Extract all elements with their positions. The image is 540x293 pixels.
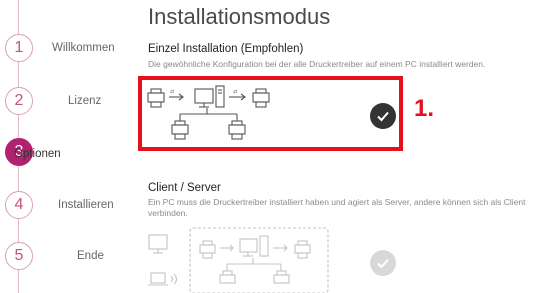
option-title: Einzel Installation (Empfohlen) (148, 43, 304, 55)
step-number: 5 (5, 242, 33, 270)
step-willkommen[interactable]: 1 Willkommen (0, 32, 140, 62)
client-server-diagram (148, 227, 329, 293)
option-description: Ein PC muss die Druckertreiber installie… (148, 197, 526, 218)
step-number: 4 (5, 191, 33, 219)
step-label: Ende (77, 250, 104, 262)
page-title: Installationsmodus (148, 4, 331, 29)
step-number: 2 (5, 87, 33, 115)
option-description: Die gewöhnliche Konfiguration bei der al… (148, 59, 486, 69)
option-title: Client / Server (148, 182, 221, 194)
step-number: 1 (5, 34, 33, 62)
step-label: Lizenz (68, 95, 102, 107)
step-label: Willkommen (52, 42, 115, 54)
step-label: Optionen (14, 148, 61, 160)
step-lizenz[interactable]: 2 Lizenz (0, 85, 140, 115)
annotation-marker: 1. (414, 95, 435, 122)
step-ende[interactable]: 5 Ende (0, 240, 140, 270)
step-optionen[interactable]: 3 Optionen (0, 136, 140, 166)
highlight-frame (138, 76, 403, 151)
step-label: Installieren (58, 199, 114, 211)
unselected-check-icon[interactable] (370, 250, 396, 276)
step-installieren[interactable]: 4 Installieren (0, 189, 140, 219)
